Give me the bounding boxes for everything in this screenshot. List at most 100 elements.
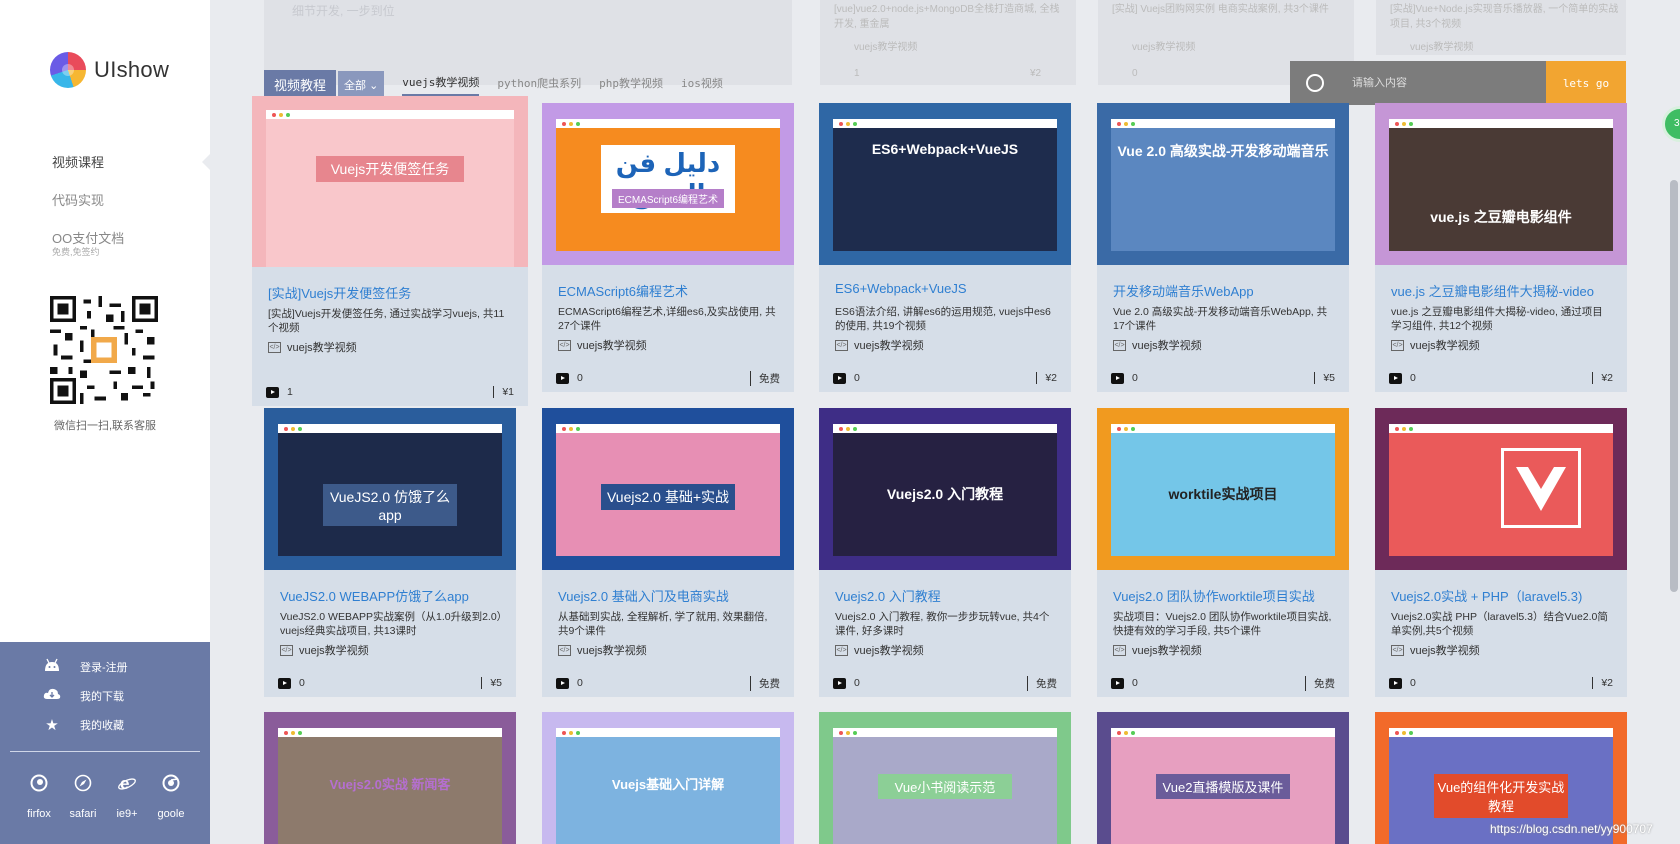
view-count: 0 — [1132, 677, 1138, 689]
course-category-label: vuejs教学视频 — [299, 645, 369, 657]
window-bar — [278, 424, 502, 433]
course-thumbnail[interactable] — [1375, 408, 1627, 570]
sidebar-nav: 视频课程 代码实现 OO支付文档 免费,免签约 — [52, 152, 210, 258]
course-thumbnail[interactable]: Vue2直播模版及课件 — [1097, 712, 1349, 844]
course-category-label: vuejs教学视频 — [1410, 645, 1480, 657]
course-description: ECMAScript6编程艺术,详细es6,及实战使用, 共27个课件 — [558, 306, 776, 332]
course-title[interactable]: Vuejs2.0 入门教程 — [835, 586, 941, 605]
thumbnail-screen: Vuejs基础入门详解 — [556, 728, 780, 844]
scrollbar[interactable] — [1670, 180, 1678, 592]
tab-vuejs[interactable]: vuejs教学视频 — [402, 74, 480, 96]
thumbnail-caption: Vuejs基础入门详解 — [611, 777, 725, 792]
course-card[interactable]: Vuejs开发便签任务 [实战]Vuejs开发便签任务 [实战]Vuejs开发便签任… — [252, 96, 528, 406]
search-input[interactable] — [1352, 77, 1532, 89]
window-bar — [833, 424, 1057, 433]
browser-firefox[interactable]: firfox — [18, 774, 60, 820]
course-thumbnail[interactable]: دليل فن المنيعECMAScript6编程艺术 — [542, 103, 794, 265]
view-count: 0 — [577, 677, 583, 689]
view-count: 0 — [577, 372, 583, 384]
thumbnail-caption: VueJS2.0 仿饿了么app — [322, 484, 458, 526]
course-title[interactable]: Vuejs2.0 团队协作worktile项目实战 — [1113, 586, 1315, 605]
course-thumbnail[interactable]: Vuejs开发便签任务 — [252, 96, 528, 267]
course-card[interactable]: Vue2直播模版及课件 — [1097, 712, 1349, 844]
course-footer: 0 ¥5 — [264, 669, 516, 697]
course-card[interactable]: Vuejs2.0 入门教程 Vuejs2.0 入门教程 Vuejs2.0 入门教程,… — [819, 408, 1071, 697]
course-thumbnail[interactable]: Vue 2.0 高级实战-开发移动端音乐 — [1097, 103, 1349, 265]
course-card[interactable]: worktile实战项目 Vuejs2.0 团队协作worktile项目实战 实战项… — [1097, 408, 1349, 697]
course-thumbnail[interactable]: Vuejs2.0 入门教程 — [819, 408, 1071, 570]
course-card[interactable]: Vuejs2.0实战 新闻客 — [264, 712, 516, 844]
safari-icon — [62, 774, 104, 798]
course-footer: 0 免费 — [542, 364, 794, 392]
browser-label: firfox — [27, 808, 51, 820]
course-category: </> vuejs教学视频 — [835, 642, 924, 658]
logo[interactable]: UIshow — [50, 52, 169, 88]
course-thumbnail[interactable]: VueJS2.0 仿饿了么app — [264, 408, 516, 570]
course-title[interactable]: ES6+Webpack+VueJS — [835, 281, 967, 296]
tab-php[interactable]: php教学视频 — [599, 75, 663, 95]
course-card[interactable]: Vue小书阅读示范 — [819, 712, 1071, 844]
course-price: ¥1 — [493, 386, 514, 398]
course-thumbnail[interactable]: Vuejs2.0 基础+实战 — [542, 408, 794, 570]
vue-logo-icon — [1501, 448, 1581, 528]
search-button[interactable]: lets go — [1546, 61, 1626, 105]
course-thumbnail[interactable]: Vuejs基础入门详解 — [542, 712, 794, 844]
faded-card-price: ¥2 — [1030, 68, 1042, 79]
course-title[interactable]: [实战]Vuejs开发便签任务 — [268, 283, 411, 302]
course-title[interactable]: Vuejs2.0实战 + PHP（laravel5.3) — [1391, 586, 1582, 605]
course-card[interactable]: دليل فن المنيعECMAScript6编程艺术 ECMAScript6… — [542, 103, 794, 392]
faded-card-text: [实战]Vue+Node.js实现音乐播放器, 一个简单的实战项目, 共3个视频 — [1390, 4, 1619, 30]
browser-ie[interactable]: e ie9+ — [106, 774, 148, 820]
course-title[interactable]: ECMAScript6编程艺术 — [558, 281, 688, 300]
course-thumbnail[interactable]: Vuejs2.0实战 新闻客 — [264, 712, 516, 844]
tab-python[interactable]: python爬虫系列 — [497, 75, 581, 95]
browser-chrome[interactable]: goole — [150, 774, 192, 820]
thumbnail-caption: Vue2直播模版及课件 — [1155, 774, 1291, 799]
course-description: ES6语法介绍, 讲解es6的运用规范, vuejs中es6的使用, 共19个视… — [835, 306, 1051, 332]
sidebar-item-payment-docs[interactable]: OO支付文档 — [52, 228, 202, 247]
cloud-download-icon — [42, 687, 62, 705]
sidebar-item-video-courses[interactable]: 视频课程 — [52, 152, 210, 171]
watermark: https://blog.csdn.net/yy900707 — [1490, 822, 1653, 836]
course-footer: 0 免费 — [542, 669, 794, 697]
sidebar-item-code[interactable]: 代码实现 — [52, 190, 202, 209]
category-tabs: 视频教程 全部 ⌄ vuejs教学视频 python爬虫系列 php教学视频 i… — [264, 70, 723, 99]
faded-card-category: vuejs教学视频 — [854, 42, 918, 53]
course-card[interactable]: Vuejs基础入门详解 — [542, 712, 794, 844]
course-card[interactable]: Vuejs2.0实战 + PHP（laravel5.3) Vuejs2.0实战 P… — [1375, 408, 1627, 697]
course-title[interactable]: Vuejs2.0 基础入门及电商实战 — [558, 586, 729, 605]
course-footer: 0 ¥5 — [1097, 364, 1349, 392]
course-card[interactable]: Vue 2.0 高级实战-开发移动端音乐 开发移动端音乐WebApp Vue 2.0… — [1097, 103, 1349, 392]
course-title[interactable]: 开发移动端音乐WebApp — [1113, 281, 1254, 300]
window-bar — [266, 110, 514, 119]
course-title[interactable]: vue.js 之豆瓣电影组件大揭秘-video — [1391, 281, 1594, 300]
course-card[interactable]: ES6+Webpack+VueJS ES6+Webpack+VueJS ES6语法介… — [819, 103, 1071, 392]
tab-ios[interactable]: ios视频 — [681, 75, 723, 95]
my-favorites-link[interactable]: ★ 我的收藏 — [0, 710, 210, 739]
course-description: vue.js 之豆瓣电影组件大揭秘-video, 通过项目学习组件, 共12个视… — [1391, 306, 1603, 332]
course-price: 免费 — [750, 675, 780, 691]
course-thumbnail[interactable]: worktile实战项目 — [1097, 408, 1349, 570]
category-select[interactable]: 全部 ⌄ — [338, 70, 385, 99]
course-card[interactable]: Vuejs2.0 基础+实战 Vuejs2.0 基础入门及电商实战 从基础到实战, … — [542, 408, 794, 697]
browser-safari[interactable]: safari — [62, 774, 104, 820]
my-downloads-link[interactable]: 我的下载 — [0, 681, 210, 710]
course-title[interactable]: VueJS2.0 WEBAPP仿饿了么app — [280, 586, 469, 605]
course-footer: 0 免费 — [1097, 669, 1349, 697]
thumbnail-screen: Vuejs2.0实战 新闻客 — [278, 728, 502, 844]
course-card[interactable]: VueJS2.0 仿饿了么app VueJS2.0 WEBAPP仿饿了么app Vu… — [264, 408, 516, 697]
faded-card-views: 0 — [1132, 68, 1138, 79]
course-thumbnail[interactable]: Vue小书阅读示范 — [819, 712, 1071, 844]
login-register-link[interactable]: 登录-注册 — [0, 652, 210, 681]
notification-badge[interactable]: 33 — [1662, 106, 1680, 142]
window-bar — [278, 728, 502, 737]
play-icon — [556, 372, 569, 384]
course-category-label: vuejs教学视频 — [577, 340, 647, 352]
code-icon: </> — [268, 341, 281, 353]
qr-caption: 微信扫一扫,联系客服 — [53, 420, 157, 432]
tab-video-tutorials[interactable]: 视频教程 — [264, 70, 337, 99]
course-thumbnail[interactable]: ES6+Webpack+VueJS — [819, 103, 1071, 265]
window-bar — [556, 119, 780, 128]
course-card[interactable]: vue.js 之豆瓣电影组件 vue.js 之豆瓣电影组件大揭秘-video vue… — [1375, 103, 1627, 392]
course-thumbnail[interactable]: vue.js 之豆瓣电影组件 — [1375, 103, 1627, 265]
